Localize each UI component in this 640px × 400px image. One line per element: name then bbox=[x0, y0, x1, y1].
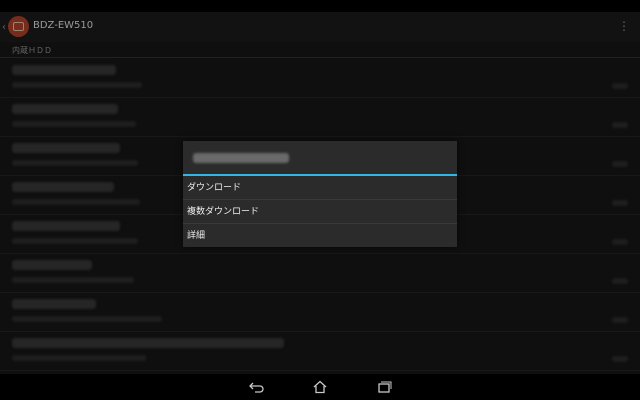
dialog-title-redacted bbox=[193, 153, 289, 163]
dialog-item-download[interactable]: ダウンロード bbox=[183, 176, 457, 200]
context-dialog: ダウンロード 複数ダウンロード 詳細 bbox=[183, 141, 457, 247]
system-nav-bar bbox=[0, 374, 640, 400]
dialog-title bbox=[183, 141, 457, 176]
recent-apps-icon[interactable] bbox=[376, 380, 392, 394]
dialog-item-details[interactable]: 詳細 bbox=[183, 224, 457, 248]
back-icon[interactable] bbox=[249, 380, 265, 394]
app-window: ‹ BDZ-EW510 ⋮ 内蔵ＨＤＤ ダウンロード 複数ダウンロード 詳細 bbox=[0, 12, 640, 374]
dialog-item-multi-download[interactable]: 複数ダウンロード bbox=[183, 200, 457, 224]
home-icon[interactable] bbox=[312, 380, 328, 394]
status-bar bbox=[0, 0, 640, 12]
